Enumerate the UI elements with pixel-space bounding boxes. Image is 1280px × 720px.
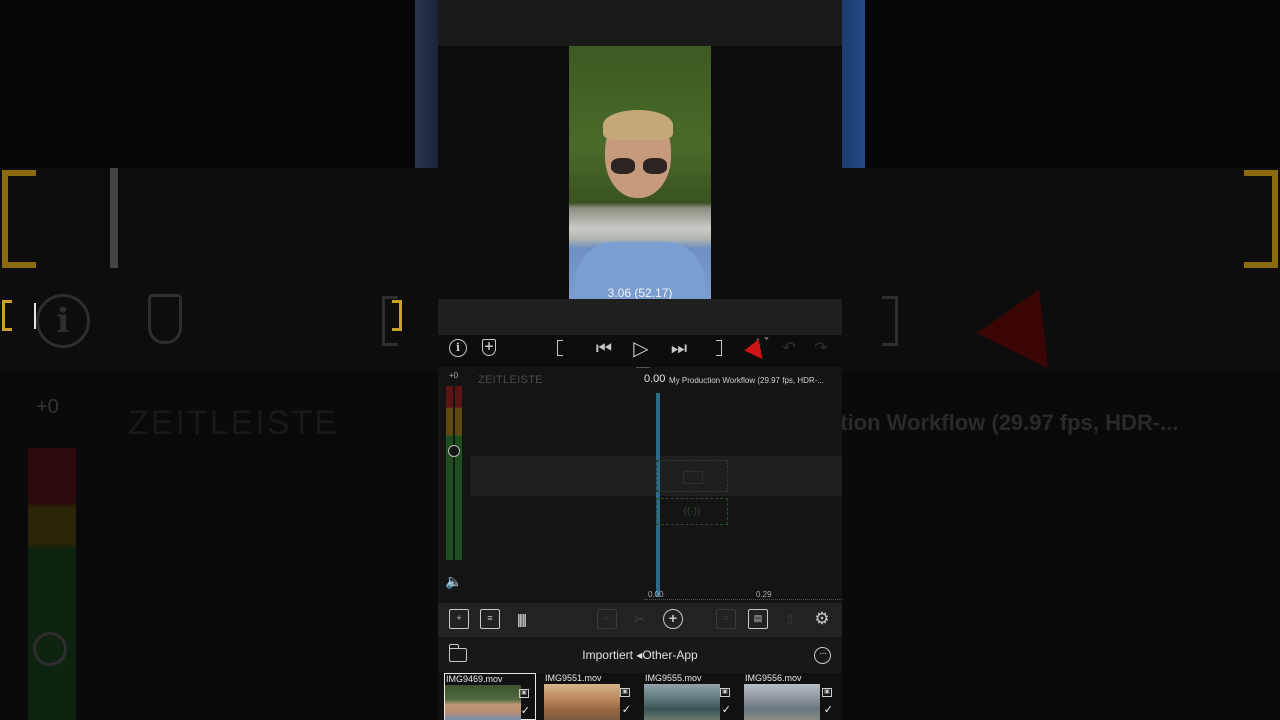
clip-item[interactable]: IMG9556.mov ▣ ✓	[744, 673, 838, 720]
trim-bar[interactable]	[438, 299, 842, 335]
clip-item[interactable]: IMG9551.mov ▣ ✓	[544, 673, 636, 720]
skip-back-icon[interactable]: ⏮	[593, 338, 615, 359]
clip-type-icon: ▣	[620, 688, 630, 697]
clip-name: IMG9551.mov	[545, 673, 602, 683]
trim-out-handle[interactable]	[392, 300, 402, 331]
meter-label: +0	[449, 371, 459, 380]
scissors-icon: ✂	[634, 611, 646, 627]
bg-audio-meter	[28, 448, 76, 720]
bg-in-bracket	[2, 170, 36, 268]
bg-info-icon: i	[36, 294, 90, 348]
video-viewer[interactable]: 3.06 (52.17)	[438, 46, 842, 299]
browser-title[interactable]: Importiert ◂Other-App	[438, 648, 842, 662]
ruler-label-mark: 0.29	[756, 590, 772, 599]
more-options-icon[interactable]: ···	[814, 647, 831, 664]
play-icon[interactable]: ▷	[630, 336, 652, 360]
clip-name: IMG9469.mov	[446, 674, 503, 684]
playhead-time: 0.00	[644, 373, 666, 385]
trim-in-handle[interactable]	[2, 300, 12, 331]
checkmark-icon: ✓	[823, 704, 833, 716]
checkmark-icon: ✓	[721, 704, 731, 716]
clip-thumbnail	[544, 684, 620, 720]
timeline-title: ZEITLEISTE	[478, 374, 543, 386]
clipboard-icon: ≡	[716, 609, 736, 629]
info-icon[interactable]: i	[449, 339, 467, 357]
clip-thumbnail	[644, 684, 720, 720]
clip-item[interactable]: IMG9469.mov ▣ ✓	[444, 673, 536, 720]
playhead-cap	[636, 367, 650, 368]
timeline-playhead[interactable]	[656, 393, 660, 597]
clip-name: IMG9556.mov	[745, 673, 802, 683]
volume-knob[interactable]	[448, 445, 460, 457]
clip-item[interactable]: IMG9555.mov ▣ ✓	[644, 673, 736, 720]
bg-project-name: ction Workflow (29.97 fps, HDR-...	[828, 410, 1179, 435]
audio-track-placeholder: ((·))	[656, 498, 728, 525]
viewer-timecode: 3.06 (52.17)	[607, 286, 673, 299]
person-hair	[603, 110, 673, 140]
set-in-icon[interactable]	[557, 340, 563, 356]
undo-icon[interactable]: ↶	[778, 338, 800, 357]
bg-playhead	[110, 168, 118, 268]
layout-icon[interactable]: ▤	[748, 609, 768, 629]
sunglasses	[611, 158, 667, 174]
bg-marker-icon	[148, 294, 182, 344]
audio-waveform-icon[interactable]: |||||	[511, 609, 531, 629]
bg-meter-knob	[33, 632, 67, 666]
time-ruler	[644, 599, 842, 600]
clip-thumbnail	[744, 684, 820, 720]
inspector-icon[interactable]: ≡	[480, 609, 500, 629]
clip-thumbnail	[445, 685, 521, 720]
checkmark-icon: ✓	[621, 704, 631, 716]
add-marker-icon[interactable]: +	[482, 339, 496, 356]
bg-timeline-title: ZEITLEISTE	[128, 404, 339, 442]
video-frame: 3.06 (52.17)	[569, 46, 711, 299]
clip-type-icon: ▣	[822, 688, 832, 697]
checkmark-icon: ✓	[520, 705, 530, 717]
bg-meter-label: +0	[36, 396, 59, 418]
status-strip	[438, 0, 842, 46]
clip-type-icon: ▣	[519, 689, 529, 698]
speaker-icon[interactable]: 🔈	[444, 574, 464, 590]
project-name[interactable]: My Production Workflow (29.97 fps, HDR-.…	[669, 376, 839, 385]
select-icon: ✓	[597, 609, 617, 629]
clip-type-icon: ▣	[720, 688, 730, 697]
clip-name: IMG9555.mov	[645, 673, 702, 683]
ruler-label-start: 0.00	[648, 590, 664, 599]
bg-out-bracket	[1244, 170, 1278, 268]
share-icon: ⇪	[784, 611, 796, 627]
add-icon[interactable]: +	[663, 609, 683, 629]
bg-out-icon	[882, 296, 898, 346]
video-track-placeholder	[656, 460, 728, 492]
skip-forward-icon[interactable]: ⏭	[668, 338, 690, 359]
redo-icon[interactable]: ↷	[810, 338, 832, 357]
viewer-playhead[interactable]	[34, 303, 36, 329]
set-out-icon[interactable]	[716, 340, 722, 356]
audio-meter	[446, 386, 462, 560]
settings-gear-icon[interactable]: ⚙	[812, 609, 832, 629]
import-icon[interactable]: +	[449, 609, 469, 629]
